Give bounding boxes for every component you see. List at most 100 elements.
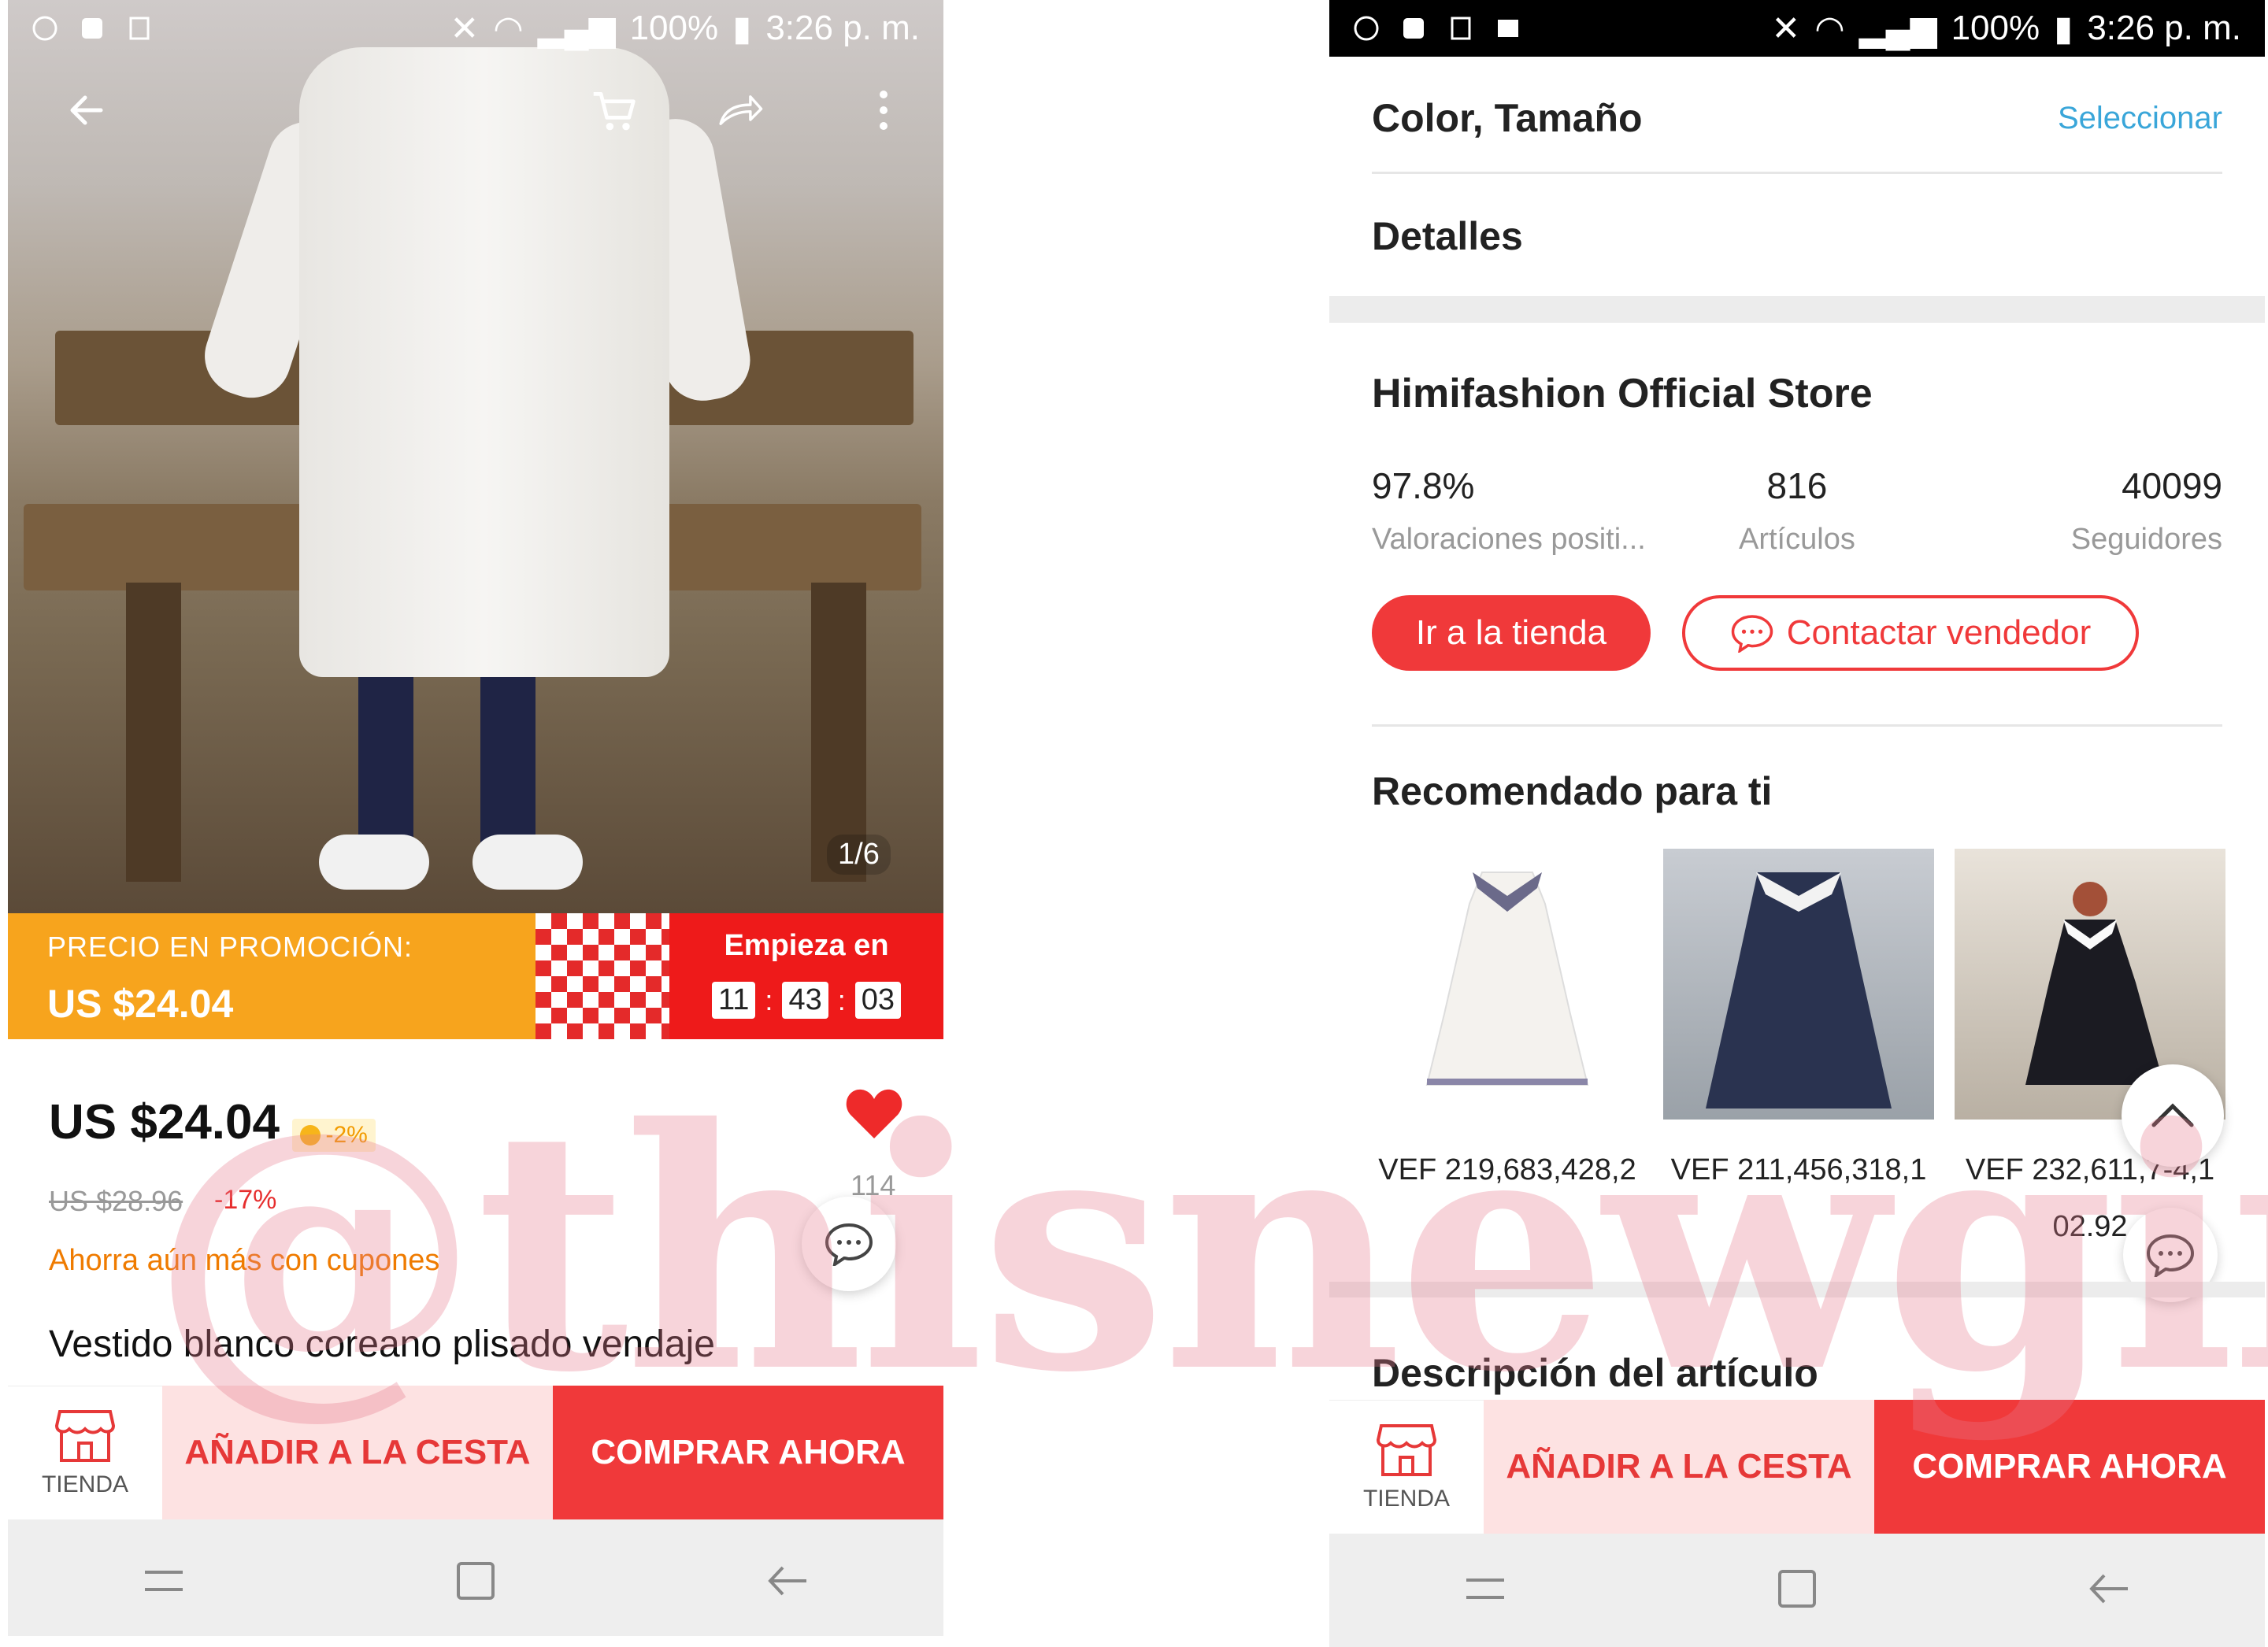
signal-icon: ▂▄▆ xyxy=(537,9,616,48)
clipboard-icon xyxy=(1447,15,1474,42)
promo-checker-graphic xyxy=(536,913,669,1039)
battery-icon: ▮ xyxy=(2054,9,2073,48)
stat-value: 97.8% xyxy=(1372,465,1475,506)
store-name[interactable]: Himifashion Official Store xyxy=(1372,370,1873,417)
wifi-icon: ◠ xyxy=(1814,9,1845,48)
store-label: TIENDA xyxy=(1362,1485,1450,1512)
battery-icon: ▮ xyxy=(732,9,752,48)
system-back-icon[interactable] xyxy=(2085,1569,2133,1612)
stat-value: 816 xyxy=(1766,465,1828,506)
promo-starts-label: Empieza en xyxy=(724,929,889,962)
contact-seller-label: Contactar vendedor xyxy=(1786,613,2092,652)
image-counter: 1/6 xyxy=(827,835,891,875)
go-to-store-button[interactable]: Ir a la tienda xyxy=(1372,595,1651,671)
store-button[interactable]: TIENDA xyxy=(1329,1400,1484,1534)
description-title: Descripción del artículo xyxy=(1372,1351,1818,1395)
wifi-icon: ◠ xyxy=(493,9,524,48)
section-separator xyxy=(1329,296,2265,323)
promo-price: US $24.04 xyxy=(47,982,234,1026)
divider xyxy=(1372,724,2222,727)
price-block: US $24.04 -2% xyxy=(49,1094,376,1152)
positive-ratings-stat: 97.8% Valoraciones positi... xyxy=(1372,464,1646,557)
timer-hours: 11 xyxy=(711,982,756,1019)
product-thumbnail xyxy=(1663,849,1934,1120)
app-notification-icon xyxy=(1400,15,1427,42)
product-image-carousel[interactable]: ✕ ◠ ▂▄▆ 100% ▮ 3:26 p. m. 1/6 xyxy=(8,0,943,913)
timer-minutes: 43 xyxy=(782,982,828,1019)
battery-percent: 100% xyxy=(629,9,719,47)
followers-stat: 40099 Seguidores xyxy=(2071,464,2222,557)
bench-leg xyxy=(126,583,181,882)
coupon-link[interactable]: Ahorra aún más con cupones xyxy=(49,1244,439,1278)
recommended-item[interactable]: VEF 211,456,318,1 xyxy=(1663,849,1934,1198)
recommended-title: Recomendado para ti xyxy=(1372,769,1773,813)
clock: 3:26 p. m. xyxy=(2087,9,2241,47)
system-nav-bar xyxy=(1329,1534,2265,1647)
more-options-icon[interactable] xyxy=(860,87,907,134)
recent-apps-icon[interactable] xyxy=(140,1561,187,1604)
product-thumbnail xyxy=(1372,849,1643,1120)
countdown-timer: 11 : 43 : 03 xyxy=(669,982,943,1019)
store-icon xyxy=(1376,1423,1437,1476)
sneaker xyxy=(319,835,429,890)
recent-apps-icon[interactable] xyxy=(1462,1569,1509,1612)
back-arrow-icon[interactable] xyxy=(63,87,110,134)
sneaker xyxy=(472,835,583,890)
wishlist-heart-icon[interactable] xyxy=(844,1086,904,1145)
select-link[interactable]: Seleccionar xyxy=(2058,101,2222,136)
promo-banner: PRECIO EN PROMOCIÓN: US $24.04 Empieza e… xyxy=(8,913,943,1039)
color-size-label: Color, Tamaño xyxy=(1372,96,1643,140)
whatsapp-icon xyxy=(1353,15,1380,42)
home-icon[interactable] xyxy=(1773,1567,1821,1615)
promo-label: PRECIO EN PROMOCIÓN: xyxy=(47,931,413,963)
product-title: Vestido blanco coreano plisado vendaje xyxy=(49,1323,715,1365)
mute-icon: ✕ xyxy=(450,9,480,48)
stat-value: 40099 xyxy=(2122,465,2222,506)
original-price: US $28.96 xyxy=(49,1185,183,1217)
stat-label: Artículos xyxy=(1739,523,1855,556)
share-icon[interactable] xyxy=(717,87,764,134)
recommended-item[interactable]: VEF 232,611,7-4,1 02.92 xyxy=(1955,849,2225,1255)
recommended-price: VEF 219,683,428,2 xyxy=(1378,1153,1636,1186)
stat-label: Seguidores xyxy=(2070,523,2222,556)
coin-discount-badge[interactable]: -2% xyxy=(292,1118,376,1152)
signal-icon: ▂▄▆ xyxy=(1858,9,1937,48)
discount-percent: -17% xyxy=(214,1185,277,1215)
chat-icon[interactable] xyxy=(802,1197,896,1291)
store-label: TIENDA xyxy=(41,1471,128,1497)
buy-now-button[interactable]: COMPRAR AHORA xyxy=(1874,1400,2265,1534)
action-bar: TIENDA AÑADIR A LA CESTA COMPRAR AHORA xyxy=(1329,1400,2265,1534)
app-notification-icon xyxy=(79,15,106,42)
details-row[interactable]: Detalles xyxy=(1372,213,2222,260)
chevron-up-icon xyxy=(2151,1103,2194,1127)
recommended-price: VEF 211,456,318,1 xyxy=(1670,1153,1927,1186)
buy-now-button[interactable]: COMPRAR AHORA xyxy=(553,1386,943,1519)
details-label: Detalles xyxy=(1372,214,1523,258)
contact-seller-button[interactable]: Contactar vendedor xyxy=(1682,595,2139,671)
battery-percent: 100% xyxy=(1951,9,2040,47)
gallery-icon xyxy=(1495,15,1521,42)
recommended-item[interactable]: VEF 219,683,428,2 xyxy=(1372,849,1643,1198)
divider xyxy=(1372,172,2222,174)
coin-discount: -2% xyxy=(325,1121,368,1148)
clipboard-icon xyxy=(126,15,153,42)
coin-icon xyxy=(300,1124,321,1145)
chat-icon xyxy=(1731,615,1773,653)
cart-icon[interactable] xyxy=(591,87,638,134)
product-details-screen: ✕ ◠ ▂▄▆ 100% ▮ 3:26 p. m. Color, Tamaño … xyxy=(1329,0,2265,1647)
product-screen: ✕ ◠ ▂▄▆ 100% ▮ 3:26 p. m. 1/6 PRECIO EN … xyxy=(8,0,943,1636)
section-separator xyxy=(1329,1282,2265,1297)
action-bar: TIENDA AÑADIR A LA CESTA COMPRAR AHORA xyxy=(8,1386,943,1519)
color-size-row[interactable]: Color, Tamaño Seleccionar xyxy=(1372,94,2222,142)
timer-seconds: 03 xyxy=(854,982,902,1019)
scroll-to-top-button[interactable] xyxy=(2122,1064,2224,1167)
store-button[interactable]: TIENDA xyxy=(8,1386,162,1519)
system-back-icon[interactable] xyxy=(764,1561,811,1604)
status-bar: ✕ ◠ ▂▄▆ 100% ▮ 3:26 p. m. xyxy=(1329,0,2265,57)
add-to-cart-button[interactable]: AÑADIR A LA CESTA xyxy=(162,1386,553,1519)
home-icon[interactable] xyxy=(452,1559,499,1607)
clock: 3:26 p. m. xyxy=(765,9,920,47)
status-bar: ✕ ◠ ▂▄▆ 100% ▮ 3:26 p. m. xyxy=(8,0,943,57)
add-to-cart-button[interactable]: AÑADIR A LA CESTA xyxy=(1484,1400,1874,1534)
dress-illustration xyxy=(299,47,669,677)
